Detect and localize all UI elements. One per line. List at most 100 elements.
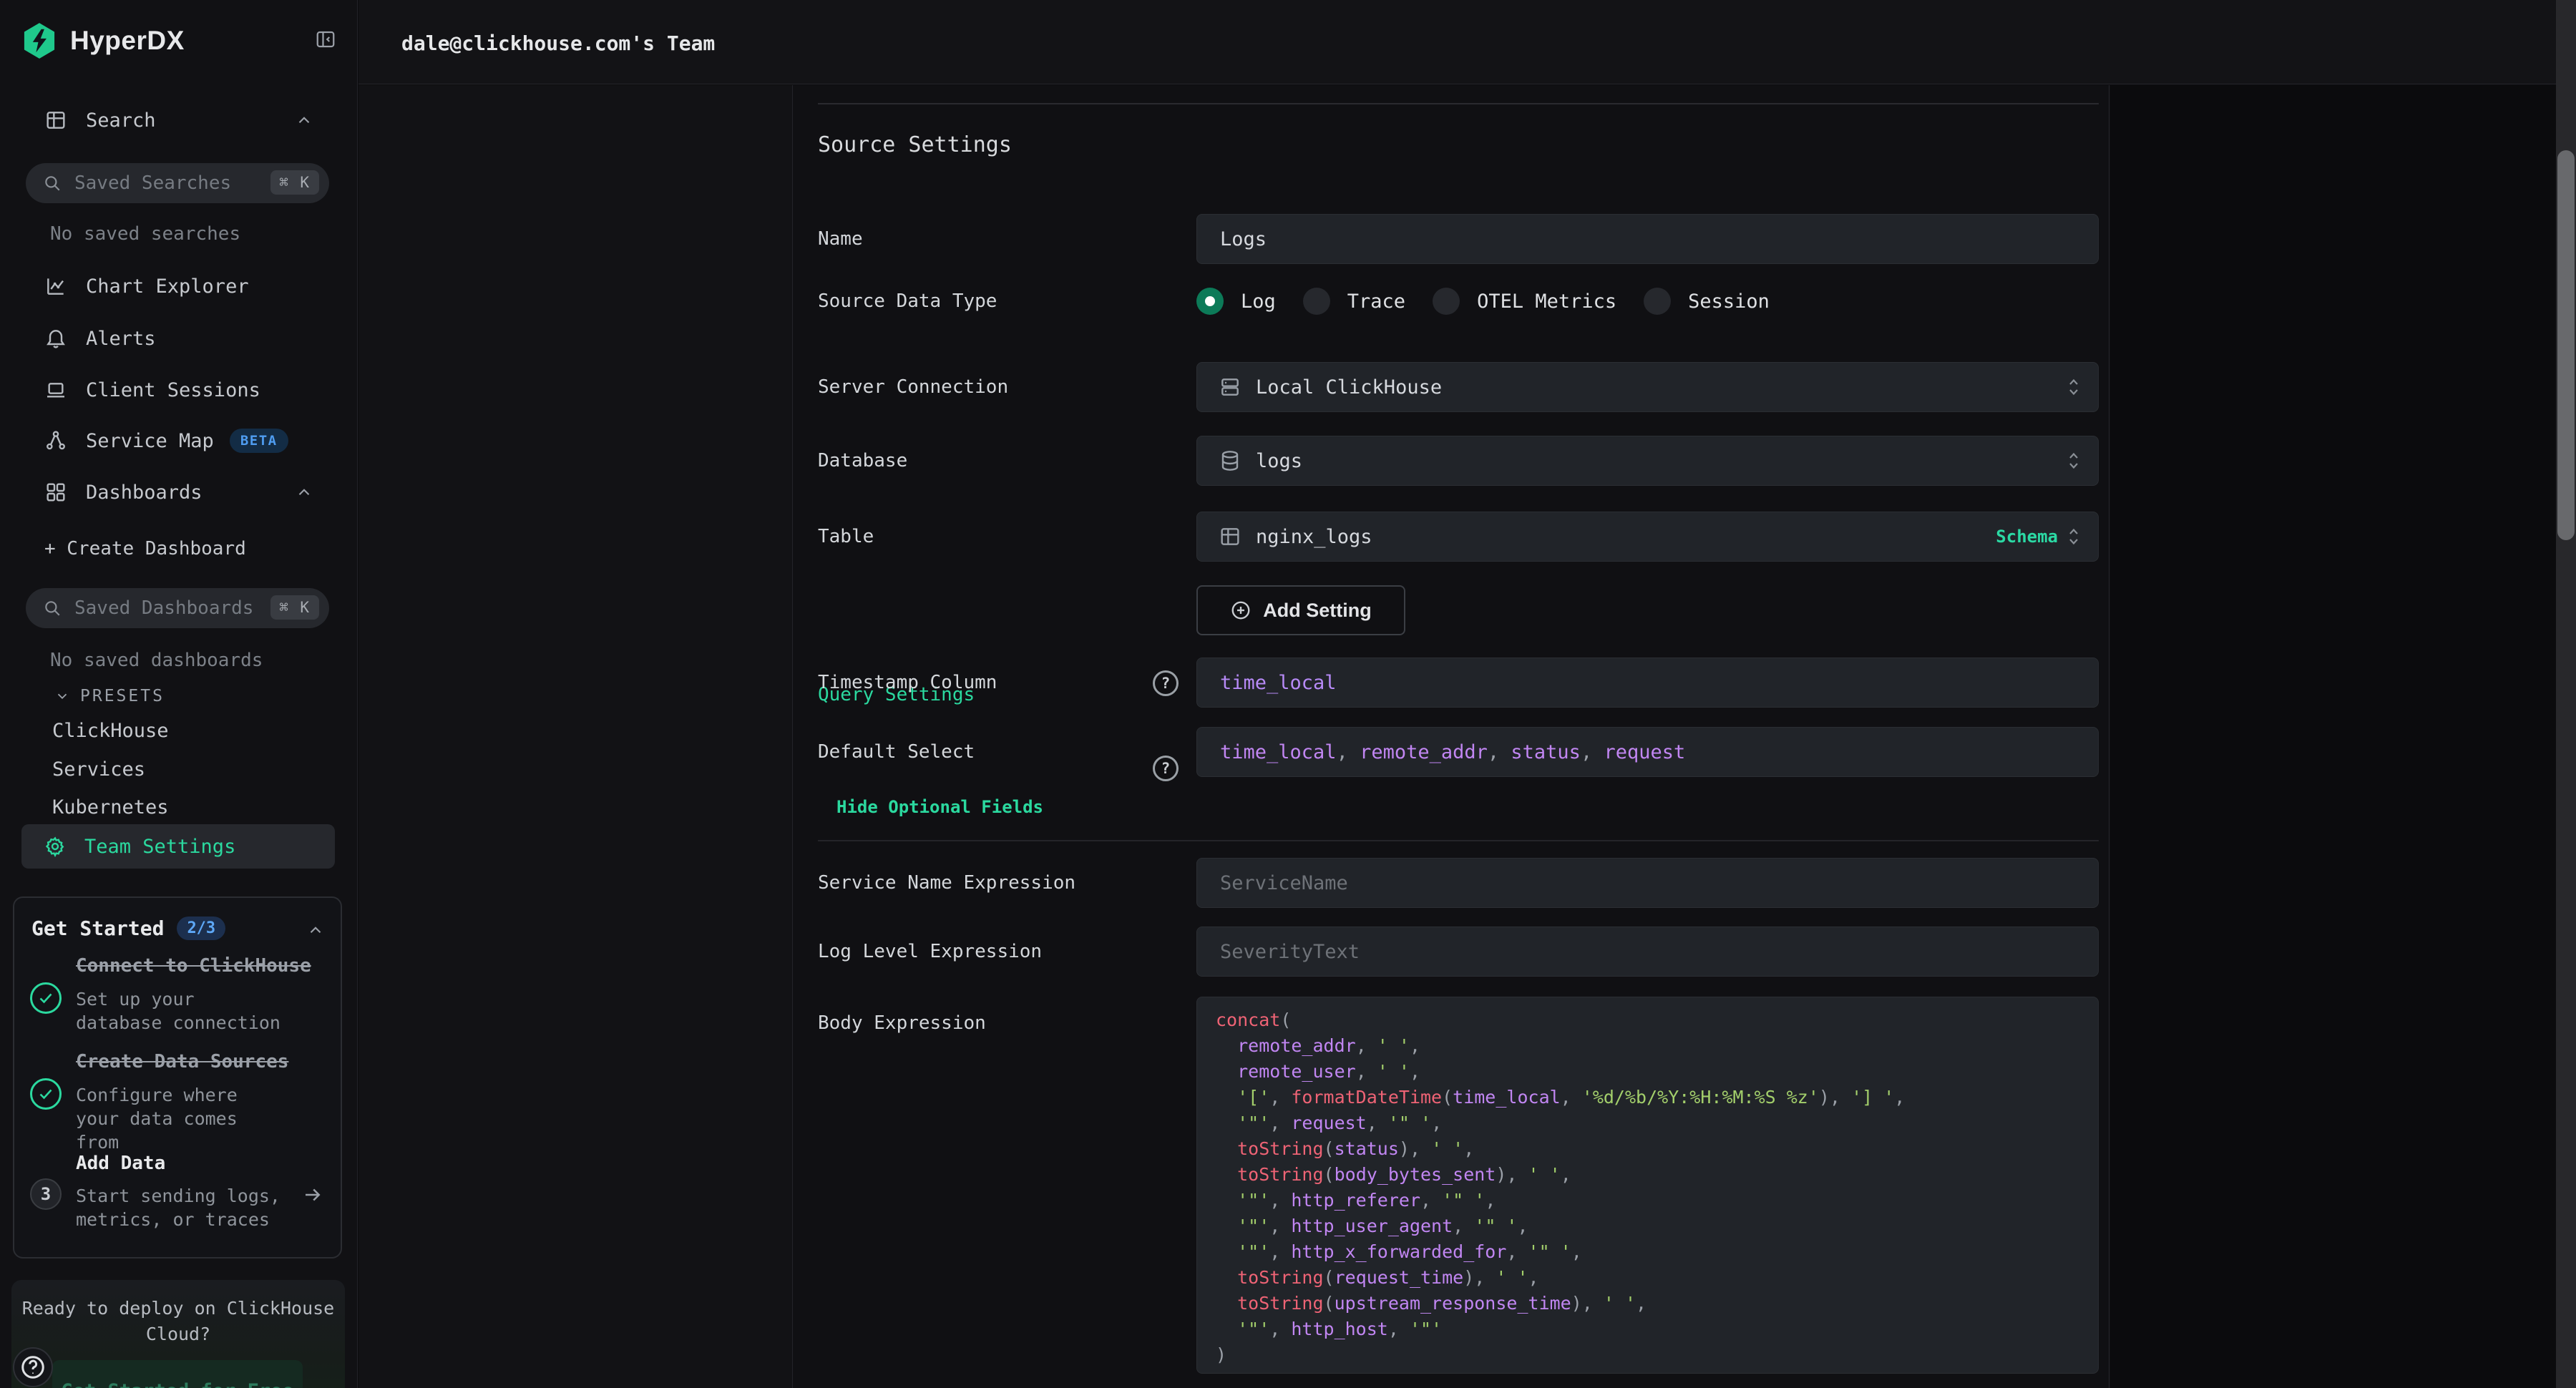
no-saved-dashboards-text: No saved dashboards — [50, 650, 263, 671]
gear-icon — [44, 836, 66, 857]
sidebar-item-alerts[interactable]: Alerts — [0, 323, 358, 354]
hyperdx-logo-icon — [23, 23, 56, 59]
task-desc: Set up your database connection — [76, 987, 283, 1035]
preset-kubernetes[interactable]: Kubernetes — [52, 796, 169, 818]
task-complete-icon — [30, 982, 62, 1014]
service-name-placeholder: ServiceName — [1220, 872, 1348, 894]
name-input[interactable]: Logs — [1196, 214, 2099, 264]
plus-circle-icon — [1230, 600, 1252, 621]
source-data-type-radios: Log Trace OTEL Metrics Session — [1196, 288, 1797, 315]
saved-dashboards-input[interactable]: Saved Dashboards ⌘ K — [26, 588, 329, 628]
sidebar-item-label: Chart Explorer — [86, 275, 249, 298]
search-table-icon — [44, 109, 67, 132]
task-desc: Configure where your data comes from — [76, 1083, 283, 1154]
sidebar-item-label: Dashboards — [86, 482, 203, 504]
presets-label: PRESETS — [80, 687, 165, 705]
arrow-right-icon[interactable] — [302, 1184, 323, 1206]
promo-text: Ready to deploy on ClickHouse Cloud? — [11, 1296, 345, 1347]
help-button[interactable] — [13, 1347, 53, 1387]
chevron-up-icon[interactable] — [295, 111, 313, 129]
task-complete-icon — [30, 1078, 62, 1110]
sidebar-collapse-icon[interactable] — [315, 29, 336, 50]
sidebar-item-service-map[interactable]: Service Map BETA — [0, 425, 358, 456]
default-select-label: Default Select — [818, 741, 975, 763]
beta-badge: BETA — [230, 429, 288, 453]
log-level-placeholder: SeverityText — [1220, 941, 1360, 963]
get-started-progress-badge: 2/3 — [177, 917, 225, 940]
sidebar-item-client-sessions[interactable]: Client Sessions — [0, 374, 358, 406]
table-select[interactable]: nginx_logs Schema — [1196, 512, 2099, 562]
database-select[interactable]: logs — [1196, 436, 2099, 486]
name-label: Name — [818, 228, 863, 250]
radio-trace[interactable]: Trace — [1303, 288, 1405, 315]
page-scrollbar[interactable] — [2556, 0, 2576, 1388]
bell-icon — [44, 327, 67, 350]
sidebar: HyperDX Search Saved Searches ⌘ K No sav… — [0, 0, 358, 1388]
sidebar-item-label: Client Sessions — [86, 379, 260, 401]
preset-clickhouse[interactable]: ClickHouse — [52, 720, 169, 742]
right-gutter — [2110, 85, 2556, 1388]
sidebar-item-label: Team Settings — [84, 836, 235, 858]
top-header: dale@clickhouse.com's Team — [358, 0, 2556, 84]
chevron-up-icon[interactable] — [295, 483, 313, 502]
log-level-expression-input[interactable]: SeverityText — [1196, 927, 2099, 977]
select-caret-icon — [2065, 526, 2082, 547]
table-icon — [1219, 525, 1241, 548]
presets-toggle[interactable]: PRESETS — [54, 687, 165, 705]
sidebar-item-label: Alerts — [86, 328, 156, 350]
task-number-badge: 3 — [30, 1178, 62, 1210]
preset-services[interactable]: Services — [52, 758, 145, 781]
radio-session[interactable]: Session — [1644, 288, 1770, 315]
radio-unselected-icon — [1303, 288, 1330, 315]
radio-log[interactable]: Log — [1196, 288, 1276, 315]
server-connection-select[interactable]: Local ClickHouse — [1196, 362, 2099, 412]
brand-logo[interactable]: HyperDX — [23, 23, 185, 59]
page-title: Source Settings — [818, 132, 1012, 157]
search-icon — [43, 174, 62, 192]
service-name-expression-input[interactable]: ServiceName — [1196, 858, 2099, 908]
service-name-expression-label: Service Name Expression — [818, 872, 1075, 894]
server-connection-label: Server Connection — [818, 376, 1008, 398]
task-title[interactable]: Create Data Sources — [76, 1051, 288, 1072]
schema-badge[interactable]: Schema — [1996, 527, 2058, 547]
dashboards-grid-icon — [44, 481, 67, 504]
body-expression-editor[interactable]: concat( remote_addr, ' ', remote_user, '… — [1196, 997, 2099, 1374]
scrollbar-thumb[interactable] — [2557, 150, 2575, 540]
name-value: Logs — [1220, 228, 1267, 250]
add-setting-button[interactable]: Add Setting — [1196, 585, 1405, 635]
saved-dashboards-placeholder: Saved Dashboards — [74, 597, 253, 619]
chevron-up-icon[interactable] — [306, 921, 325, 939]
task-title[interactable]: Connect to ClickHouse — [76, 955, 311, 977]
log-level-expression-label: Log Level Expression — [818, 941, 1042, 962]
database-value: logs — [1256, 450, 1302, 472]
sidebar-item-search[interactable]: Search — [0, 104, 358, 136]
body-expression-code: concat( remote_addr, ' ', remote_user, '… — [1216, 1007, 2079, 1368]
chevron-down-icon — [54, 688, 70, 704]
get-started-card: Get Started 2/3 Connect to ClickHouse Se… — [13, 896, 342, 1259]
timestamp-column-value: time_local — [1220, 672, 1337, 694]
main-area: Source Settings Name Logs Source Data Ty… — [358, 85, 2556, 1388]
clickhouse-cloud-promo: Ready to deploy on ClickHouse Cloud? Get… — [11, 1280, 345, 1388]
team-title: dale@clickhouse.com's Team — [401, 31, 715, 55]
timestamp-column-input[interactable]: time_local — [1196, 658, 2099, 708]
create-dashboard-button[interactable]: + Create Dashboard — [44, 538, 246, 559]
default-select-value: time_local, remote_addr, status, request — [1220, 741, 1685, 763]
hide-optional-fields-link[interactable]: Hide Optional Fields — [836, 797, 1043, 817]
select-caret-icon — [2065, 450, 2082, 471]
sidebar-item-label: Search — [86, 109, 156, 132]
default-select-input[interactable]: time_local, remote_addr, status, request — [1196, 727, 2099, 777]
help-circle-icon[interactable]: ? — [1153, 670, 1179, 696]
source-settings-form: Source Settings Name Logs Source Data Ty… — [818, 85, 2099, 1388]
sidebar-item-dashboards[interactable]: Dashboards — [0, 476, 358, 508]
laptop-icon — [44, 378, 67, 401]
radio-otel-metrics[interactable]: OTEL Metrics — [1433, 288, 1616, 315]
body-expression-label: Body Expression — [818, 1012, 986, 1034]
get-started-free-button[interactable]: Get Started for Free — [52, 1360, 303, 1388]
task-title[interactable]: Add Data — [76, 1153, 165, 1174]
saved-searches-input[interactable]: Saved Searches ⌘ K — [26, 163, 329, 203]
sidebar-item-chart-explorer[interactable]: Chart Explorer — [0, 270, 358, 302]
help-circle-icon[interactable]: ? — [1153, 756, 1179, 781]
service-map-icon — [44, 429, 67, 452]
server-icon — [1219, 376, 1241, 399]
sidebar-item-team-settings[interactable]: Team Settings — [21, 824, 335, 869]
